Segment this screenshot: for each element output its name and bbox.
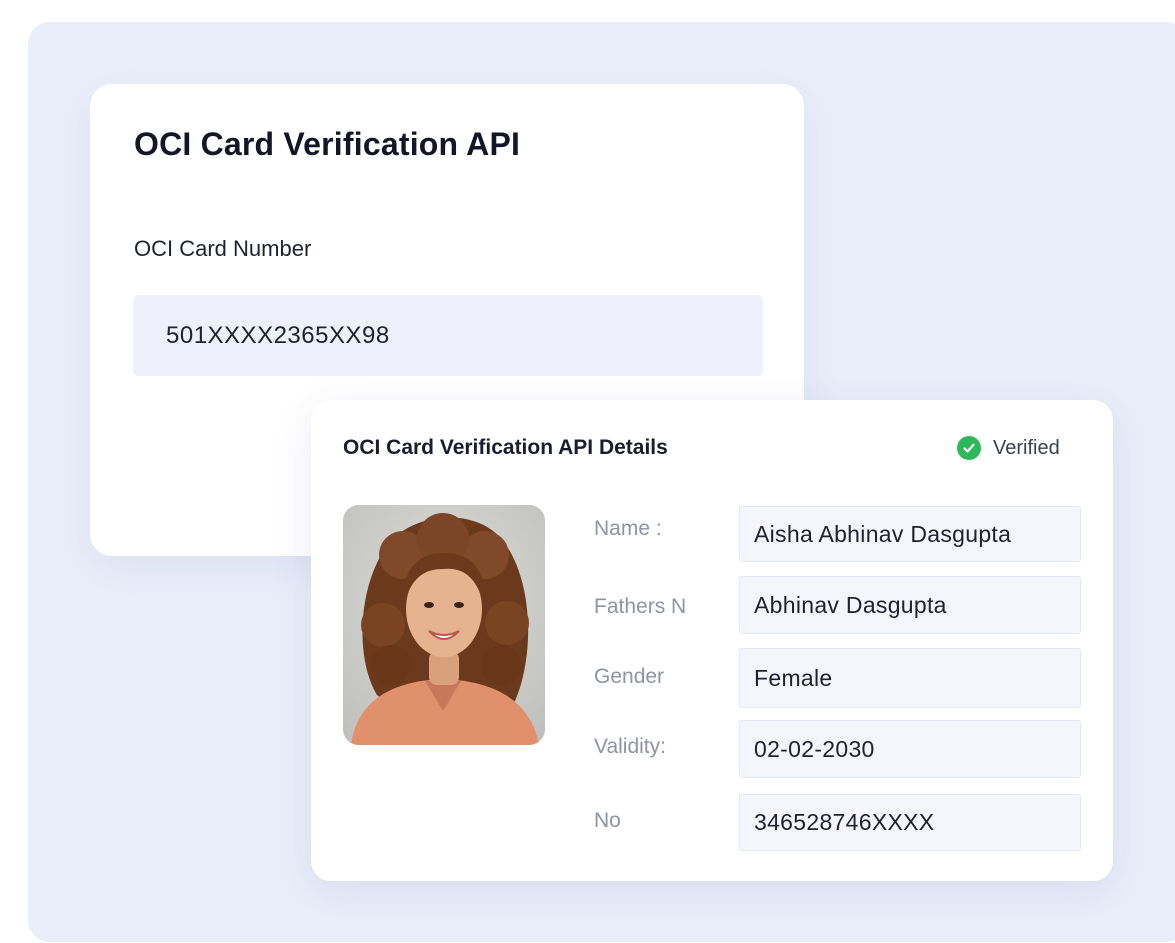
oci-card-number-input[interactable]: 501XXXX2365XX98 [133,295,763,376]
check-circle-icon [957,436,981,460]
page-title: OCI Card Verification API [134,126,521,162]
verified-label: Verified [993,436,1060,459]
number-value: 346528746XXXX [739,794,1081,851]
gender-value: Female [739,648,1081,708]
name-value: Aisha Abhinav Dasgupta [739,506,1081,562]
details-title: OCI Card Verification API Details [343,436,668,459]
fathers-name-value: Abhinav Dasgupta [739,576,1081,634]
number-label: No [594,809,621,832]
gender-label: Gender [594,665,665,688]
verified-badge: Verified [957,436,1060,460]
portrait-photo [343,505,545,745]
name-label: Name : [594,517,662,540]
oci-card-number-label: OCI Card Number [134,236,312,261]
fathers-name-label: Fathers N [594,595,687,618]
verification-details-card: OCI Card Verification API Details Verifi… [311,400,1113,881]
validity-value: 02-02-2030 [739,720,1081,778]
validity-label: Validity: [594,735,666,758]
